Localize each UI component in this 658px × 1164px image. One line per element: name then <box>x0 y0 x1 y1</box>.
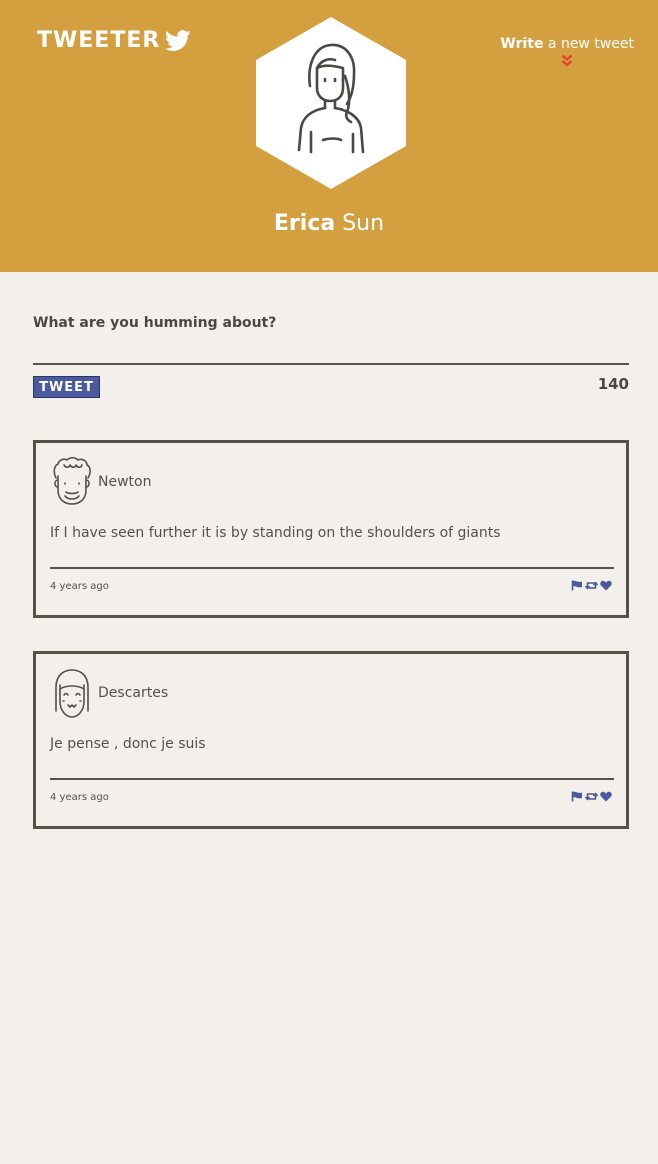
tweet-author[interactable]: Newton <box>98 474 151 490</box>
flag-icon[interactable] <box>571 580 583 591</box>
profile-name: Erica Sun <box>0 210 658 238</box>
flag-icon[interactable] <box>571 791 583 802</box>
author-avatar <box>53 456 91 505</box>
profile-first-name: Erica <box>273 211 336 236</box>
write-link-rest: a new tweet <box>543 36 634 52</box>
tweet-divider <box>50 567 614 569</box>
twitter-bird-icon <box>165 30 191 51</box>
tweet-card: Descartes Je pense , donc je suis 4 year… <box>33 651 629 829</box>
compose-label: What are you humming about? <box>33 315 277 331</box>
tweet-content: Je pense , donc je suis <box>50 736 206 752</box>
tweet-author[interactable]: Descartes <box>98 685 168 701</box>
tweet-divider <box>50 778 614 780</box>
heart-icon[interactable] <box>600 580 612 591</box>
tweet-timestamp: 4 years ago <box>50 581 109 592</box>
tweet-actions <box>571 791 612 802</box>
logo[interactable]: TWEETER <box>37 29 191 53</box>
retweet-icon[interactable] <box>585 580 598 591</box>
tweet-timestamp: 4 years ago <box>50 792 109 803</box>
logo-text: TWEETER <box>37 28 161 53</box>
write-link-strong: Write <box>500 36 544 52</box>
retweet-icon[interactable] <box>585 791 598 802</box>
tweet-card: Newton If I have seen further it is by s… <box>33 440 629 618</box>
profile-avatar <box>256 17 406 189</box>
heart-icon[interactable] <box>600 791 612 802</box>
tweet-content: If I have seen further it is by standing… <box>50 525 501 541</box>
author-avatar <box>55 669 89 718</box>
tweet-actions <box>571 580 612 591</box>
profile-last-name: Sun <box>342 211 385 236</box>
write-new-tweet-link[interactable]: Write a new tweet <box>500 36 634 67</box>
compose-input[interactable] <box>33 338 629 365</box>
character-counter: 140 <box>597 375 629 393</box>
tweet-button[interactable]: TWEET <box>33 376 100 398</box>
profile-header: TWEETER Write a new tweet Erica Sun <box>0 0 658 272</box>
double-chevron-down-icon <box>561 54 573 67</box>
